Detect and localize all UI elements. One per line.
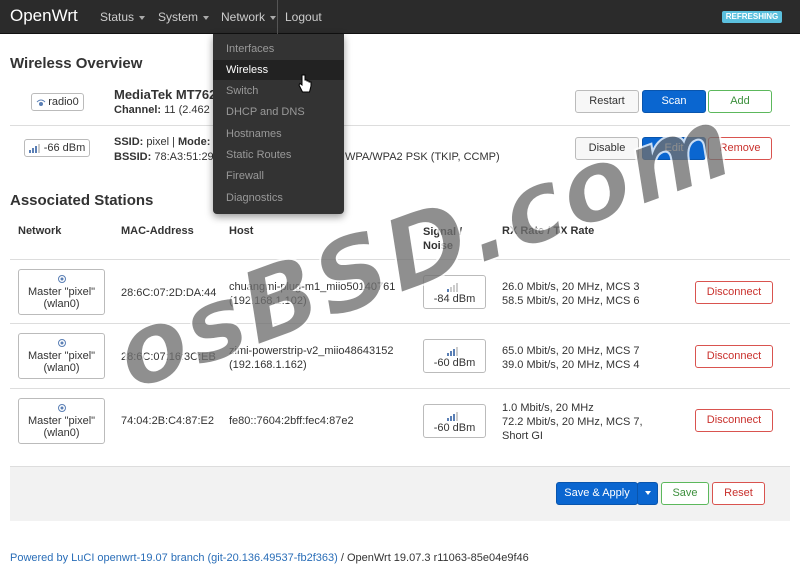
station-host: fe80::7604:2bff:fec4:87e2 — [229, 415, 354, 427]
menu-item-static-routes[interactable]: Static Routes — [213, 145, 344, 165]
edit-button[interactable]: Edit — [642, 137, 706, 160]
col-header-mac: MAC-Address — [121, 225, 194, 237]
col-header-signal: Signal / Noise — [423, 226, 463, 252]
refreshing-badge[interactable]: REFRESHING — [722, 11, 782, 23]
network-dropdown-menu: Interfaces Wireless Switch DHCP and DNS … — [213, 34, 344, 214]
divider — [10, 259, 790, 260]
wifi-icon — [57, 275, 66, 283]
network-signal-badge: -66 dBm — [24, 139, 90, 157]
chevron-down-icon — [644, 491, 651, 496]
save-button[interactable]: Save — [661, 482, 709, 505]
network-bssid: BSSID: 78:A3:51:29: — [114, 151, 217, 163]
radio-device-name: MediaTek MT762 — [114, 87, 217, 102]
top-navbar: OpenWrt Status System Network Logout REF… — [0, 0, 800, 34]
add-button[interactable]: Add — [708, 90, 772, 113]
disconnect-button[interactable]: Disconnect — [695, 345, 773, 368]
restart-button[interactable]: Restart — [575, 90, 639, 113]
brand-logo[interactable]: OpenWrt — [10, 6, 78, 26]
disconnect-button[interactable]: Disconnect — [695, 409, 773, 432]
station-signal-badge: -60 dBm — [423, 339, 486, 373]
wifi-radio-icon — [36, 99, 46, 106]
station-signal-badge: -84 dBm — [423, 275, 486, 309]
chevron-down-icon — [270, 15, 277, 20]
station-host: zimi-powerstrip-v2_miio48643152 (192.168.… — [229, 345, 394, 371]
signal-icon — [447, 282, 459, 292]
menu-item-switch[interactable]: Switch — [213, 81, 344, 101]
station-network-badge: Master "pixel" (wlan0) — [18, 398, 105, 444]
station-rates: 26.0 Mbit/s, 20 MHz, MCS 3 58.5 Mbit/s, 2… — [502, 281, 640, 307]
luci-link[interactable]: Powered by LuCI openwrt-19.07 branch (gi… — [10, 552, 338, 564]
network-ssid: SSID: pixel | Mode: — [114, 136, 211, 148]
menu-item-wireless[interactable]: Wireless — [213, 60, 344, 80]
divider — [10, 323, 790, 324]
menu-item-interfaces[interactable]: Interfaces — [213, 39, 344, 59]
station-signal-badge: -60 dBm — [423, 404, 486, 438]
station-rates: 1.0 Mbit/s, 20 MHz 72.2 Mbit/s, 20 MHz, M… — [502, 402, 643, 442]
chevron-down-icon — [139, 15, 146, 20]
associated-stations-title: Associated Stations — [10, 192, 154, 209]
station-network-badge: Master "pixel" (wlan0) — [18, 269, 105, 315]
chevron-down-icon — [203, 15, 210, 20]
signal-icon — [447, 346, 459, 356]
footer: Powered by LuCI openwrt-19.07 branch (gi… — [10, 552, 529, 564]
hand-cursor-icon — [298, 74, 312, 93]
disable-button[interactable]: Disable — [575, 137, 639, 160]
save-apply-dropdown-toggle[interactable] — [637, 482, 658, 505]
station-mac: 74:04:2B:C4:87:E2 — [121, 415, 214, 427]
station-mac: 28:6C:07:16:3C:EB — [121, 351, 216, 363]
menu-item-hostnames[interactable]: Hostnames — [213, 124, 344, 144]
wifi-icon — [57, 404, 66, 412]
save-apply-button[interactable]: Save & Apply — [556, 482, 638, 505]
disconnect-button[interactable]: Disconnect — [695, 281, 773, 304]
signal-icon — [447, 411, 459, 421]
nav-system[interactable]: System — [158, 10, 210, 24]
reset-button[interactable]: Reset — [712, 482, 765, 505]
signal-icon — [28, 143, 41, 153]
divider — [10, 125, 790, 126]
station-host: chuangmi-plug-m1_miio50140761 (192.168.1.… — [229, 281, 396, 307]
radio-channel: Channel: 11 (2.462 G — [114, 104, 222, 116]
divider — [10, 388, 790, 389]
station-network-badge: Master "pixel" (wlan0) — [18, 333, 105, 379]
openwrt-version: / OpenWrt 19.07.3 r11063-85e04e9f46 — [340, 552, 529, 564]
col-header-rates: RX Rate / TX Rate — [502, 225, 595, 237]
network-encryption: WPA/WPA2 PSK (TKIP, CCMP) — [345, 151, 500, 163]
remove-button[interactable]: Remove — [708, 137, 772, 160]
menu-item-dhcp-dns[interactable]: DHCP and DNS — [213, 102, 344, 122]
col-header-host: Host — [229, 225, 254, 237]
nav-network[interactable]: Network — [221, 10, 277, 24]
station-mac: 28:6C:07:2D:DA:44 — [121, 287, 217, 299]
nav-logout[interactable]: Logout — [285, 10, 322, 24]
wifi-icon — [57, 339, 66, 347]
col-header-network: Network — [18, 225, 62, 237]
menu-item-firewall[interactable]: Firewall — [213, 166, 344, 186]
menu-item-diagnostics[interactable]: Diagnostics — [213, 188, 344, 208]
radio-badge: radio0 — [31, 93, 84, 111]
nav-divider — [277, 0, 278, 34]
scan-button[interactable]: Scan — [642, 90, 706, 113]
wireless-overview-title: Wireless Overview — [10, 55, 143, 72]
nav-status[interactable]: Status — [100, 10, 146, 24]
station-rates: 65.0 Mbit/s, 20 MHz, MCS 7 39.0 Mbit/s, 2… — [502, 345, 640, 371]
